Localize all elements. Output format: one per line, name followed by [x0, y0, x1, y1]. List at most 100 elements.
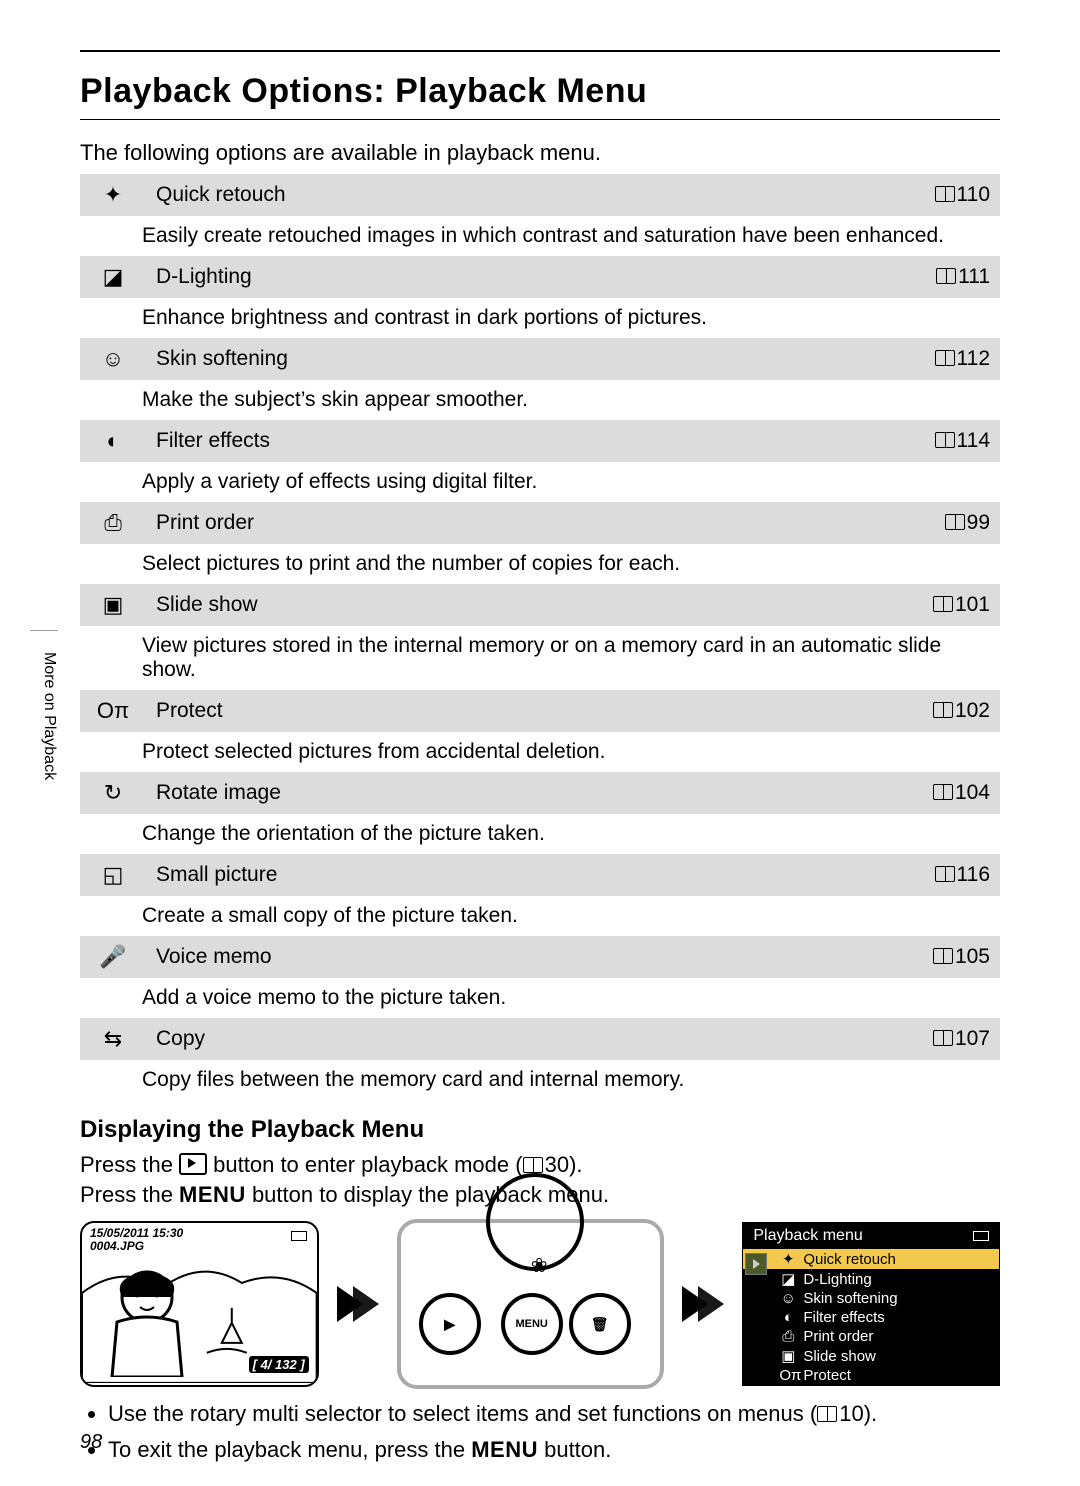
option-name: Protect	[146, 690, 880, 732]
panel-item: ☺ Skin softening	[743, 1289, 999, 1308]
arrow-icon	[337, 1286, 379, 1322]
options-table: ✦Quick retouch110Easily create retouched…	[80, 174, 1000, 1100]
option-desc-row: Change the orientation of the picture ta…	[80, 814, 1000, 854]
menu-btn-illustration: MENU	[501, 1293, 563, 1355]
book-icon	[935, 186, 955, 202]
option-row: ◐Filter effects114	[80, 420, 1000, 462]
book-icon	[933, 702, 953, 718]
play-tab-icon	[745, 1253, 767, 1275]
panel-item-label: D-Lighting	[803, 1271, 871, 1288]
menu-word: MENU	[179, 1182, 246, 1207]
text: Press the	[80, 1152, 179, 1177]
option-page-ref: 101	[880, 584, 1000, 626]
figures-row: 15/05/2011 15:30 0004.JPG [ 4/ 132 ]	[80, 1219, 1000, 1389]
option-row: ☺Skin softening112	[80, 338, 1000, 380]
panel-item-icon: ☺	[779, 1290, 797, 1307]
option-row: ◱Small picture116	[80, 854, 1000, 896]
page-ref: 10	[839, 1401, 863, 1426]
option-desc-row: Add a voice memo to the picture taken.	[80, 978, 1000, 1018]
option-icon: ◐	[80, 420, 146, 462]
text: ).	[569, 1152, 582, 1177]
panel-item-label: Print order	[803, 1328, 873, 1345]
option-desc: Change the orientation of the picture ta…	[80, 814, 1000, 854]
book-icon	[935, 866, 955, 882]
option-name: Rotate image	[146, 772, 880, 814]
option-icon: ⇆	[80, 1018, 146, 1060]
playback-menu-illustration: Playback menu ✦Quick retouch◪D-Lighting☺…	[742, 1222, 1000, 1386]
panel-item-icon: ⎙	[779, 1328, 797, 1345]
flower-btn-illustration: ❀	[531, 1253, 548, 1278]
option-icon: ↻	[80, 772, 146, 814]
option-name: D-Lighting	[146, 256, 880, 298]
note-1: Use the rotary multi selector to select …	[108, 1399, 1000, 1429]
panel-item-label: Skin softening	[803, 1290, 897, 1307]
person-illustration	[102, 1267, 192, 1377]
panel-item: OπProtect	[743, 1366, 999, 1385]
option-page-ref: 107	[880, 1018, 1000, 1060]
play-btn-illustration: ▶	[419, 1293, 481, 1355]
option-icon: ◱	[80, 854, 146, 896]
option-name: Filter effects	[146, 420, 880, 462]
panel-item-icon: ◪	[779, 1270, 797, 1288]
option-name: Print order	[146, 502, 880, 544]
option-row: ↻Rotate image104	[80, 772, 1000, 814]
option-desc-row: Create a small copy of the picture taken…	[80, 896, 1000, 936]
option-row: ✦Quick retouch110	[80, 174, 1000, 216]
panel-rows: ✦Quick retouch◪ D-Lighting ☺ Skin softening…	[743, 1249, 999, 1385]
option-page-ref: 116	[880, 854, 1000, 896]
menu-word: MENU	[471, 1437, 538, 1462]
battery-icon	[973, 1231, 989, 1241]
option-page-ref: 111	[880, 256, 1000, 298]
preview-filename: 0004.JPG	[90, 1239, 144, 1253]
panel-item-label: Slide show	[803, 1348, 876, 1365]
option-icon: ◪	[80, 256, 146, 298]
book-icon	[933, 948, 953, 964]
option-row: ◪D-Lighting111	[80, 256, 1000, 298]
option-desc: View pictures stored in the internal mem…	[80, 626, 1000, 690]
option-desc-row: Copy files between the memory card and i…	[80, 1060, 1000, 1100]
option-name: Copy	[146, 1018, 880, 1060]
page-title: Playback Options: Playback Menu	[80, 72, 1000, 111]
panel-item: ⎙ Print order	[743, 1327, 999, 1346]
option-name: Small picture	[146, 854, 880, 896]
option-desc: Select pictures to print and the number …	[80, 544, 1000, 584]
intro-text: The following options are available in p…	[80, 140, 1000, 166]
panel-item-label: Protect	[803, 1367, 851, 1384]
option-row: ⇆Copy107	[80, 1018, 1000, 1060]
option-desc: Enhance brightness and contrast in dark …	[80, 298, 1000, 338]
book-icon	[933, 784, 953, 800]
option-icon: ⎙	[80, 502, 146, 544]
option-desc: Create a small copy of the picture taken…	[80, 896, 1000, 936]
panel-item-icon: ▣	[779, 1347, 797, 1365]
preview-counter: [ 4/ 132 ]	[249, 1356, 309, 1373]
option-desc-row: Select pictures to print and the number …	[80, 544, 1000, 584]
option-desc: Add a voice memo to the picture taken.	[80, 978, 1000, 1018]
option-icon: Oπ	[80, 690, 146, 732]
option-row: ⎙Print order99	[80, 502, 1000, 544]
panel-item: ✦Quick retouch	[743, 1249, 999, 1269]
option-row: ▣Slide show101	[80, 584, 1000, 626]
panel-item-label: Quick retouch	[803, 1251, 896, 1268]
option-row: OπProtect102	[80, 690, 1000, 732]
option-icon: ▣	[80, 584, 146, 626]
page-ref: 30	[545, 1152, 569, 1177]
option-desc: Copy files between the memory card and i…	[80, 1060, 1000, 1100]
option-page-ref: 102	[880, 690, 1000, 732]
option-name: Slide show	[146, 584, 880, 626]
option-desc: Easily create retouched images in which …	[80, 216, 1000, 256]
trash-btn-illustration: 🗑	[569, 1293, 631, 1355]
option-icon: 🎤	[80, 936, 146, 978]
camera-back-illustration: ▶ MENU 🗑 ❀	[397, 1219, 665, 1389]
book-icon	[933, 1030, 953, 1046]
battery-icon	[291, 1231, 307, 1241]
option-name: Voice memo	[146, 936, 880, 978]
option-page-ref: 114	[880, 420, 1000, 462]
option-desc-row: Make the subject’s skin appear smoother.	[80, 380, 1000, 420]
panel-item: ▣ Slide show	[743, 1346, 999, 1366]
option-desc: Apply a variety of effects using digital…	[80, 462, 1000, 502]
panel-item-icon: ◐	[779, 1309, 797, 1326]
preview-illustration: 15/05/2011 15:30 0004.JPG [ 4/ 132 ]	[80, 1221, 319, 1387]
panel-item-label: Filter effects	[803, 1309, 884, 1326]
play-button-icon	[179, 1153, 207, 1175]
option-desc-row: Protect selected pictures from accidenta…	[80, 732, 1000, 772]
